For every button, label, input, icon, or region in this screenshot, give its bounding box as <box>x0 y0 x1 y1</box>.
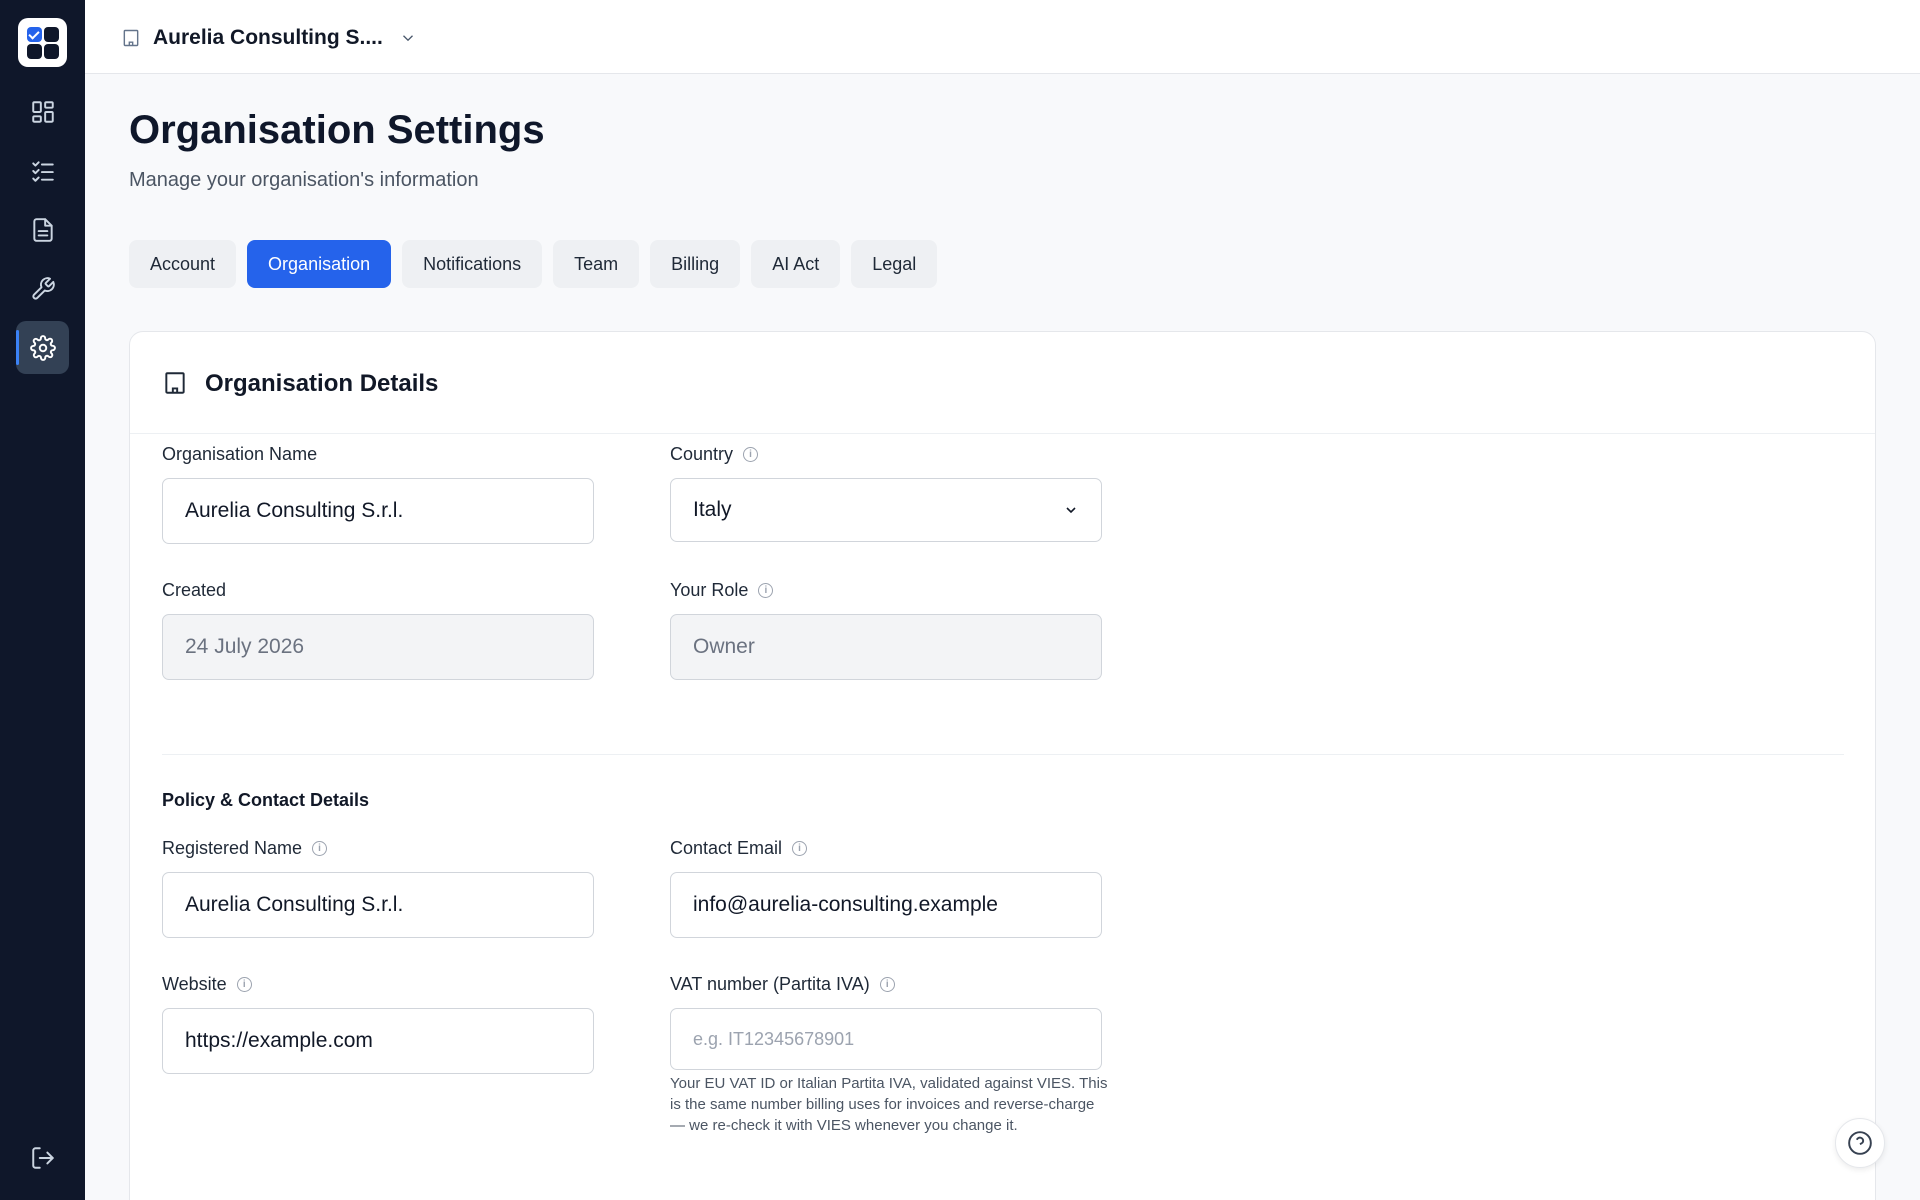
tab-notifications[interactable]: Notifications <box>402 240 543 288</box>
info-icon[interactable]: i <box>312 841 328 856</box>
logo-square <box>27 44 42 59</box>
created-field: 24 July 2026 <box>162 614 594 680</box>
tab-organisation[interactable]: Organisation <box>247 240 392 288</box>
main-content: Organisation Settings Manage your organi… <box>85 74 1920 1200</box>
website-label-text: Website <box>162 974 227 994</box>
registered-name-label: Registered Name i <box>162 838 328 859</box>
info-icon[interactable]: i <box>758 583 774 598</box>
country-select-value: Italy <box>693 498 732 521</box>
gear-icon <box>29 334 56 361</box>
page-subtitle: Manage your organisation's information <box>129 169 479 191</box>
logout-icon <box>31 1146 54 1169</box>
org-switcher-name: Aurelia Consulting S.... <box>153 26 383 49</box>
nav-documents[interactable] <box>16 203 69 256</box>
country-label: Country i <box>670 444 759 465</box>
created-label-text: Created <box>162 580 227 600</box>
nav-tools[interactable] <box>16 262 69 315</box>
tab-ai-act[interactable]: AI Act <box>751 240 841 288</box>
info-icon[interactable]: i <box>792 841 808 856</box>
organisation-details-card: Organisation Details Organisation Name A… <box>129 331 1876 1200</box>
settings-tabs: Account Organisation Notifications Team … <box>129 240 938 288</box>
section-divider <box>162 754 1844 755</box>
website-input[interactable]: https://example.com <box>162 1008 594 1074</box>
logout-button[interactable] <box>16 1131 69 1184</box>
org-name-label: Organisation Name <box>162 444 317 465</box>
country-label-text: Country <box>670 444 734 464</box>
vat-help-text: Your EU VAT ID or Italian Partita IVA, v… <box>670 1075 1108 1134</box>
sidebar <box>0 0 85 1200</box>
role-label-text: Your Role <box>670 580 749 600</box>
info-icon[interactable]: i <box>743 447 759 462</box>
wrench-icon <box>31 276 55 300</box>
nav-dashboard[interactable] <box>16 85 69 138</box>
nav-settings[interactable] <box>16 321 69 374</box>
help-button[interactable] <box>1835 1118 1885 1168</box>
checklist-icon <box>31 160 54 182</box>
vat-input[interactable]: e.g. IT12345678901 <box>670 1008 1102 1070</box>
card-header: Organisation Details <box>130 332 1875 434</box>
registered-name-input[interactable]: Aurelia Consulting S.r.l. <box>162 872 594 938</box>
vat-label: VAT number (Partita IVA) i <box>670 974 895 995</box>
building-icon <box>165 372 185 394</box>
logo-square <box>44 44 59 59</box>
country-select[interactable]: Italy <box>670 478 1102 542</box>
topbar: Aurelia Consulting S.... <box>85 0 1920 74</box>
role-label: Your Role i <box>670 580 774 601</box>
logo-square <box>44 27 59 42</box>
created-label: Created <box>162 580 226 601</box>
tab-legal[interactable]: Legal <box>851 240 938 288</box>
role-field: Owner <box>670 614 1102 680</box>
chevron-down-icon <box>1066 507 1076 514</box>
contact-email-label-text: Contact Email <box>670 838 783 858</box>
tab-account[interactable]: Account <box>129 240 237 288</box>
nav-tasks[interactable] <box>16 144 69 197</box>
tab-team[interactable]: Team <box>553 240 640 288</box>
logo-check-square <box>27 27 42 42</box>
page-title: Organisation Settings <box>129 108 545 152</box>
contact-email-label: Contact Email i <box>670 838 808 859</box>
info-icon[interactable]: i <box>236 977 252 992</box>
dashboard-icon <box>31 100 54 123</box>
card-title: Organisation Details <box>205 370 439 397</box>
org-switcher[interactable]: Aurelia Consulting S.... <box>121 22 417 54</box>
app-logo[interactable] <box>18 18 67 67</box>
website-label: Website i <box>162 974 252 995</box>
chevron-down-icon <box>402 35 413 42</box>
document-icon <box>32 217 53 242</box>
tab-billing[interactable]: Billing <box>650 240 741 288</box>
org-name-input[interactable]: Aurelia Consulting S.r.l. <box>162 478 594 544</box>
policy-section-title: Policy & Contact Details <box>162 790 370 810</box>
building-icon <box>123 29 139 47</box>
info-icon[interactable]: i <box>879 977 895 992</box>
help-circle-icon <box>1848 1131 1872 1155</box>
contact-email-input[interactable]: info@aurelia-consulting.example <box>670 872 1102 938</box>
org-name-label-text: Organisation Name <box>162 444 318 464</box>
registered-name-label-text: Registered Name <box>162 838 303 858</box>
vat-label-text: VAT number (Partita IVA) <box>670 974 870 994</box>
